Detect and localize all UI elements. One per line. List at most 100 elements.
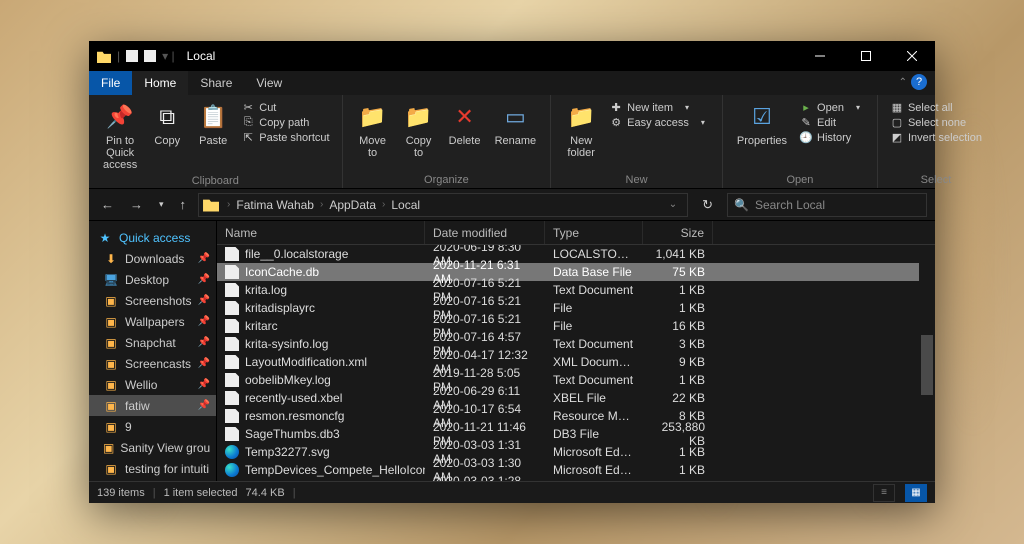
- cut-button[interactable]: ✂Cut: [241, 101, 329, 114]
- chevron-right-icon[interactable]: ›: [318, 199, 325, 210]
- copy-path-icon: ⎘: [241, 116, 255, 129]
- move-to-button[interactable]: 📁Move to: [351, 99, 395, 161]
- file-row[interactable]: oobelibMkey.log2019-11-28 5:05 PMText Do…: [217, 371, 935, 389]
- sidebar-item[interactable]: ⬇Downloads📌: [89, 248, 216, 269]
- file-row[interactable]: file__0.localstorage2020-06-19 8:30 AMLO…: [217, 245, 935, 263]
- breadcrumb-segment[interactable]: AppData: [327, 198, 378, 212]
- collapse-ribbon-icon[interactable]: ⌃: [899, 77, 907, 88]
- status-bar: 139 items | 1 item selected 74.4 KB | ≡ …: [89, 481, 935, 503]
- edit-button[interactable]: ✎Edit: [799, 116, 865, 129]
- file-row[interactable]: kritadisplayrc2020-07-16 5:21 PMFile1 KB: [217, 299, 935, 317]
- column-name[interactable]: Name: [217, 221, 425, 244]
- refresh-button[interactable]: ↻: [696, 197, 719, 213]
- view-details-button[interactable]: ≡: [873, 484, 895, 502]
- copy-button[interactable]: ⧉Copy: [145, 99, 189, 149]
- breadcrumb-segment[interactable]: Local: [389, 198, 422, 212]
- column-size[interactable]: Size: [643, 221, 713, 244]
- open-button[interactable]: ▸Open▾: [799, 101, 865, 114]
- forward-button[interactable]: →: [126, 197, 147, 212]
- sidebar-item[interactable]: ▣Screenshots📌: [89, 290, 216, 311]
- sidebar[interactable]: ★ Quick access ⬇Downloads📌🖥Desktop📌▣Scre…: [89, 221, 217, 481]
- tab-file[interactable]: File: [89, 71, 132, 95]
- file-file-icon: [225, 355, 239, 369]
- file-row[interactable]: IconCache.db2020-11-21 6:31 AMData Base …: [217, 263, 935, 281]
- pin-icon: 📌: [198, 400, 210, 411]
- sidebar-item[interactable]: ▣Sanity View grou: [89, 437, 216, 458]
- qat-icon[interactable]: [144, 50, 156, 62]
- file-file-icon: [225, 409, 239, 423]
- tab-view[interactable]: View: [244, 71, 294, 95]
- recent-locations-button[interactable]: ▾: [155, 199, 168, 210]
- tab-home[interactable]: Home: [132, 71, 188, 95]
- history-button[interactable]: 🕘History: [799, 131, 865, 144]
- sidebar-item[interactable]: ▣Wallpapers📌: [89, 311, 216, 332]
- sidebar-item[interactable]: ▣Snapchat📌: [89, 332, 216, 353]
- paste-button[interactable]: 📋Paste: [191, 99, 235, 149]
- file-row[interactable]: krita.log2020-07-16 5:21 PMText Document…: [217, 281, 935, 299]
- pin-icon: 📌: [198, 337, 210, 348]
- file-row[interactable]: krita-sysinfo.log2020-07-16 4:57 PMText …: [217, 335, 935, 353]
- qat-icon[interactable]: [126, 50, 138, 62]
- invert-selection-button[interactable]: ◩Invert selection: [890, 131, 982, 144]
- sidebar-quick-access[interactable]: ★ Quick access: [89, 227, 216, 248]
- back-button[interactable]: ←: [97, 197, 118, 212]
- scrollbar-thumb[interactable]: [921, 335, 933, 395]
- address-bar[interactable]: › Fatima Wahab › AppData › Local ⌄: [198, 193, 688, 217]
- easy-access-button[interactable]: ⚙Easy access▾: [609, 116, 710, 129]
- sidebar-item[interactable]: ▣testing for intuiti: [89, 458, 216, 479]
- ribbon-group-new: 📁New folder ✚New item▾ ⚙Easy access▾ New: [551, 95, 723, 188]
- paste-shortcut-button[interactable]: ⇱Paste shortcut: [241, 131, 329, 144]
- sidebar-item[interactable]: ▣fatiw📌: [89, 395, 216, 416]
- column-headers[interactable]: Name Date modified Type Size: [217, 221, 935, 245]
- column-date[interactable]: Date modified: [425, 221, 545, 244]
- sidebar-item[interactable]: 🖥Desktop📌: [89, 269, 216, 290]
- delete-button[interactable]: ✕Delete: [443, 99, 487, 149]
- breadcrumb-segment[interactable]: Fatima Wahab: [234, 198, 316, 212]
- pin-icon: 📌: [198, 379, 210, 390]
- file-list[interactable]: file__0.localstorage2020-06-19 8:30 AMLO…: [217, 245, 935, 481]
- tab-share[interactable]: Share: [188, 71, 244, 95]
- pin-to-quick-access-button[interactable]: 📌Pin to Quick access: [97, 99, 143, 173]
- search-box[interactable]: 🔍 Search Local: [727, 193, 927, 217]
- chevron-right-icon[interactable]: ›: [225, 199, 232, 210]
- file-row[interactable]: Temp32277.svg2020-03-03 1:31 AMMicrosoft…: [217, 443, 935, 461]
- view-large-icons-button[interactable]: ▦: [905, 484, 927, 502]
- chevron-right-icon[interactable]: ›: [380, 199, 387, 210]
- chevron-down-icon: ▾: [696, 118, 710, 127]
- folder-copy-icon: 📁: [403, 101, 435, 133]
- new-folder-button[interactable]: 📁New folder: [559, 99, 603, 161]
- file-row[interactable]: resmon.resmoncfg2020-10-17 6:54 AMResour…: [217, 407, 935, 425]
- file-row[interactable]: LayoutModification.xml2020-04-17 12:32 A…: [217, 353, 935, 371]
- window-title: Local: [183, 49, 216, 63]
- rename-button[interactable]: ▭Rename: [489, 99, 543, 149]
- file-row[interactable]: kritarc2020-07-16 5:21 PMFile16 KB: [217, 317, 935, 335]
- select-all-button[interactable]: ▦Select all: [890, 101, 982, 114]
- help-icon[interactable]: ?: [911, 74, 927, 90]
- new-item-button[interactable]: ✚New item▾: [609, 101, 710, 114]
- sidebar-item[interactable]: ▣Wellio📌: [89, 374, 216, 395]
- titlebar[interactable]: | ▾ | Local: [89, 41, 935, 71]
- file-row[interactable]: SageThumbs.db32020-11-21 11:46 PMDB3 Fil…: [217, 425, 935, 443]
- minimize-button[interactable]: [797, 41, 843, 71]
- close-button[interactable]: [889, 41, 935, 71]
- properties-button[interactable]: ☑Properties: [731, 99, 793, 149]
- scrollbar[interactable]: [919, 245, 935, 481]
- maximize-button[interactable]: [843, 41, 889, 71]
- file-row[interactable]: recently-used.xbel2020-06-29 6:11 AMXBEL…: [217, 389, 935, 407]
- copy-to-button[interactable]: 📁Copy to: [397, 99, 441, 161]
- sidebar-item[interactable]: ▣Screencasts📌: [89, 353, 216, 374]
- up-button[interactable]: ↑: [176, 197, 191, 212]
- file-file-icon: [225, 391, 239, 405]
- file-row[interactable]: Tempmail-alert-email-notification-icon.s…: [217, 479, 935, 481]
- sidebar-item[interactable]: ▣9: [89, 416, 216, 437]
- folder-icon: ▣: [103, 399, 119, 413]
- column-type[interactable]: Type: [545, 221, 643, 244]
- folder-icon: [97, 49, 111, 63]
- select-none-button[interactable]: ▢Select none: [890, 116, 982, 129]
- properties-icon: ☑: [746, 101, 778, 133]
- copy-path-button[interactable]: ⎘Copy path: [241, 116, 329, 129]
- file-row[interactable]: TempDevices_Compete_HelloIcon__Blue...20…: [217, 461, 935, 479]
- file-file-icon: [225, 337, 239, 351]
- address-dropdown-icon[interactable]: ⌄: [663, 199, 683, 210]
- copy-icon: ⧉: [151, 101, 183, 133]
